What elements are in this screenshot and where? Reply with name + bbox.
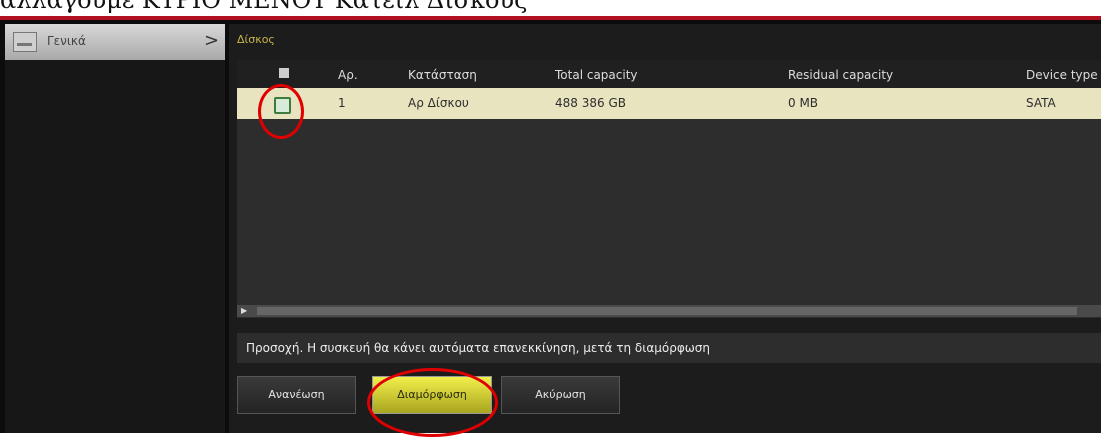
chevron-right-icon: > — [204, 30, 220, 51]
page-title: Δίσκος — [237, 33, 275, 46]
disk-residual-capacity: 0 MB — [788, 96, 819, 110]
scroll-left-icon[interactable]: ▶ — [241, 306, 247, 315]
table-header: Αρ. Κατάσταση Total capacity Residual ca… — [237, 60, 1101, 88]
tutorial-caption: αλλαγούμε ΚΥΡΙΟ ΜΕΝΟΥ Κατειλ Δίσκους — [0, 0, 528, 14]
scroll-thumb[interactable] — [257, 307, 1077, 315]
window-top-accent — [0, 16, 1101, 20]
column-residual-capacity: Residual capacity — [788, 68, 894, 82]
warning-text: Προσοχή. Η συσκευή θα κάνει αυτόματα επα… — [246, 341, 710, 355]
row-checkbox-icon[interactable] — [274, 97, 291, 114]
column-total-capacity: Total capacity — [555, 68, 638, 82]
disk-management-panel: Δίσκος Αρ. Κατάσταση Total capacity Resi… — [229, 24, 1101, 433]
horizontal-scrollbar[interactable]: ▶ — [237, 305, 1101, 317]
disk-number: 1 — [338, 96, 346, 110]
column-number: Αρ. — [338, 68, 358, 82]
refresh-button[interactable]: Ανανέωση — [237, 376, 356, 414]
disk-device-type: SATA — [1026, 96, 1056, 110]
disk-total-capacity: 488 386 GB — [555, 96, 626, 110]
column-device-type: Device type — [1026, 68, 1098, 82]
disk-status: Αρ Δίσκου — [408, 96, 469, 110]
format-button[interactable]: Διαμόρφωση — [372, 376, 492, 414]
sidebar-item-general[interactable]: Γενικά > — [5, 24, 225, 60]
sidebar: Γενικά > — [5, 24, 225, 433]
cancel-button[interactable]: Ακύρωση — [501, 376, 620, 414]
disk-table: Αρ. Κατάσταση Total capacity Residual ca… — [237, 60, 1101, 318]
column-status: Κατάσταση — [408, 68, 477, 82]
disk-icon — [13, 32, 37, 52]
warning-message: Προσοχή. Η συσκευή θα κάνει αυτόματα επα… — [237, 333, 1101, 363]
table-row[interactable]: 1 Αρ Δίσκου 488 386 GB 0 MB SATA — [237, 88, 1101, 119]
select-all-checkbox[interactable] — [279, 68, 289, 78]
sidebar-item-label: Γενικά — [47, 34, 86, 48]
